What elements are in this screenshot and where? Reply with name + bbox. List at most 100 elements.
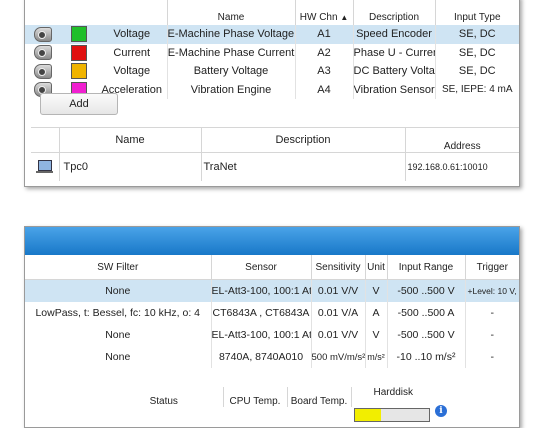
col-input-type-label: Input Type (453, 12, 501, 23)
signal-row[interactable]: None 8740A, 8740A010 500 mV/m/s² m/s² -1… (25, 346, 519, 368)
col-hw-chn-header[interactable]: HW Chn ▲ (294, 0, 353, 25)
input-range-cell[interactable]: -10 ..10 m/s² (386, 346, 465, 368)
panel-title-bar (25, 227, 519, 255)
col-input-range-label: Input Range (398, 261, 454, 273)
channel-row[interactable]: Voltage E-Machine Phase Voltage U A1 Spe… (25, 25, 519, 44)
sys-col-address-header[interactable]: Address (404, 127, 519, 153)
col-sw-filter-header[interactable]: SW Filter (25, 255, 211, 280)
channel-color-swatch[interactable] (71, 63, 87, 80)
channel-hw: A4 (294, 80, 353, 99)
signal-row[interactable]: None EL-Att3-100, 100:1 Att. 0.01 V/V V … (25, 324, 519, 346)
sys-col-description-header[interactable]: Description (200, 127, 405, 153)
sys-col-name-header[interactable]: Name (58, 127, 201, 153)
col-sensor-header[interactable]: Sensor (210, 255, 311, 280)
col-board-temp-label: Board Temp. (290, 396, 348, 407)
col-quantity-header (97, 0, 167, 25)
sw-filter-cell[interactable]: None (25, 279, 211, 302)
col-trigger-label: Trigger (476, 261, 508, 273)
channel-input-type[interactable]: SE, DC (434, 43, 519, 62)
trigger-cell[interactable]: - (464, 302, 519, 324)
col-trigger-header[interactable]: Trigger (464, 255, 519, 280)
signal-table-header: SW Filter Sensor Sensitivity Unit Input … (25, 255, 519, 280)
channel-input-type[interactable]: SE, DC (434, 62, 519, 81)
add-channel-button[interactable]: Add (40, 93, 118, 115)
range-max: ..500 (421, 329, 445, 341)
channel-description[interactable]: Vibration Sensor (352, 80, 435, 99)
col-name-header[interactable]: Name (166, 0, 295, 25)
system-description[interactable]: TraNet (200, 152, 405, 181)
channel-name[interactable]: Vibration Engine (166, 80, 295, 99)
system-address[interactable]: 192.168.0.61:10010 (404, 152, 519, 181)
col-description-header[interactable]: Description (352, 0, 435, 25)
system-name[interactable]: Tpc0 (58, 152, 201, 181)
channel-description[interactable]: Phase U - Current (352, 43, 435, 62)
range-unit: m/s² (435, 351, 456, 363)
signal-row[interactable]: None EL-Att3-100, 100:1 Att. 0.01 V/V V … (25, 279, 519, 302)
sensitivity-cell[interactable]: 500 mV/m/s² (310, 346, 365, 368)
trigger-cell[interactable]: +Level: 10 V, 1 (464, 279, 519, 302)
sensor-cell[interactable]: CT6843A , CT6843A (210, 302, 311, 324)
col-sensor-label: Sensor (245, 261, 277, 273)
input-range-cell[interactable]: -500 ..500 V (386, 279, 465, 302)
col-status-header[interactable]: Status (105, 387, 223, 407)
channel-name[interactable]: E-Machine Phase Current (166, 43, 295, 62)
channel-row[interactable]: Current E-Machine Phase Current A2 Phase… (25, 43, 519, 62)
sensor-icon (34, 45, 52, 61)
channel-hw: A1 (294, 25, 353, 44)
channel-hw: A2 (294, 43, 353, 62)
sensitivity-cell[interactable]: 0.01 V/A (310, 302, 365, 324)
channel-quantity: Voltage (113, 65, 151, 78)
sw-filter-cell[interactable]: LowPass, t: Bessel, fc: 10 kHz, o: 4 (25, 302, 211, 324)
channel-color-swatch[interactable] (71, 44, 87, 61)
range-max: ..10 (414, 351, 433, 363)
channel-color-swatch[interactable] (71, 26, 87, 43)
channel-input-type[interactable]: SE, DC (434, 25, 519, 44)
channel-name[interactable]: E-Machine Phase Voltage U (166, 25, 295, 44)
col-icon-header (25, 0, 61, 25)
trigger-cell[interactable]: - (464, 324, 519, 346)
channel-quantity: Current (113, 46, 151, 59)
col-board-temp-header[interactable]: Board Temp. (286, 387, 351, 407)
channel-hw: A3 (294, 62, 353, 81)
system-table: Name Description Address Tpc0 TraNet 192… (31, 127, 519, 181)
channel-row[interactable]: Voltage Battery Voltage A3 DC Battery Vo… (25, 62, 519, 81)
col-unit-label: Unit (367, 261, 385, 273)
range-min: -10 (396, 351, 412, 363)
sensor-cell[interactable]: EL-Att3-100, 100:1 Att. (210, 324, 311, 346)
sensor-cell[interactable]: 8740A, 8740A010 (210, 346, 311, 368)
col-sensitivity-label: Sensitivity (315, 261, 361, 273)
sensitivity-cell[interactable]: 0.01 V/V (310, 324, 365, 346)
channel-name[interactable]: Battery Voltage (166, 62, 295, 81)
range-unit: V (447, 285, 455, 297)
device-status-header: Status CPU Temp. Board Temp. Harddisk (105, 387, 435, 407)
col-input-type-header[interactable]: Input Type (434, 0, 519, 25)
unit-cell: V (364, 279, 387, 302)
signal-row[interactable]: LowPass, t: Bessel, fc: 10 kHz, o: 4 CT6… (25, 302, 519, 324)
sw-filter-cell[interactable]: None (25, 346, 211, 368)
col-harddisk-header[interactable]: Harddisk (350, 387, 435, 407)
sys-col-address-label: Address (443, 141, 481, 152)
trigger-cell[interactable]: - (464, 346, 519, 368)
sensor-cell[interactable]: EL-Att3-100, 100:1 Att. (210, 279, 311, 302)
col-sensitivity-header[interactable]: Sensitivity (310, 255, 365, 280)
channel-input-type[interactable]: SE, IEPE: 4 mA (434, 80, 519, 99)
input-range-cell[interactable]: -500 ..500 V (386, 324, 465, 346)
channel-table: Name HW Chn ▲ Description Input Type Vol… (25, 0, 519, 99)
col-input-range-header[interactable]: Input Range (386, 255, 465, 280)
device-status-table: Status CPU Temp. Board Temp. Harddisk (105, 387, 435, 407)
sensitivity-cell[interactable]: 0.01 V/V (310, 279, 365, 302)
unit-cell: V (364, 324, 387, 346)
col-unit-header[interactable]: Unit (364, 255, 387, 280)
col-cpu-temp-header[interactable]: CPU Temp. (222, 387, 287, 407)
system-row[interactable]: Tpc0 TraNet 192.168.0.61:10010 (31, 152, 519, 181)
channel-description[interactable]: DC Battery Voltage (352, 62, 435, 81)
input-range-cell[interactable]: -500 ..500 A (386, 302, 465, 324)
harddisk-usage-bar (354, 408, 430, 422)
sw-filter-cell[interactable]: None (25, 324, 211, 346)
unit-cell: m/s² (364, 346, 387, 368)
range-unit: A (447, 307, 455, 319)
channel-description[interactable]: Speed Encoder (352, 25, 435, 44)
signal-settings-panel: SW Filter Sensor Sensitivity Unit Input … (24, 226, 520, 428)
range-min: -500 (397, 307, 419, 319)
info-icon[interactable]: i (435, 405, 447, 417)
